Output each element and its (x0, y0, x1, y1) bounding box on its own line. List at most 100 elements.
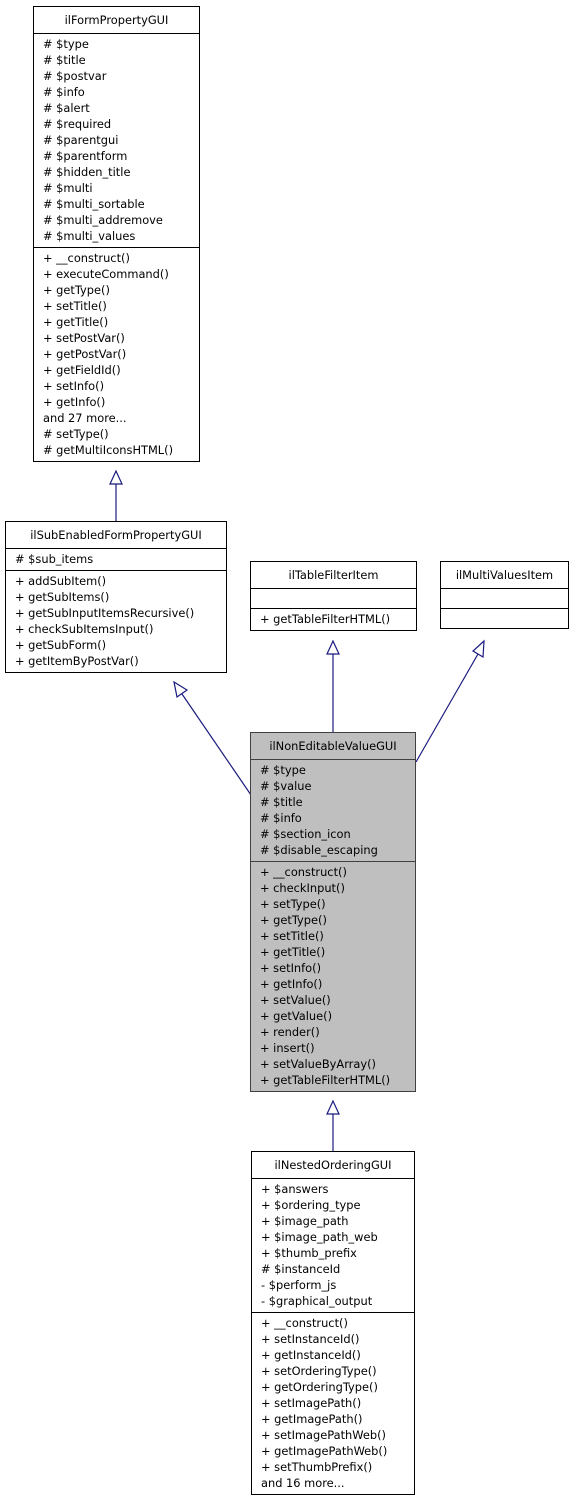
attributes-section (251, 588, 416, 608)
class-member: + insert() (260, 1041, 315, 1055)
class-member: # $disable_escaping (260, 843, 378, 857)
inheritance-arrowhead (109, 469, 123, 485)
class-member: + getImagePathWeb() (261, 1444, 388, 1458)
class-member: # $multi_sortable (43, 197, 145, 211)
class-member: # $parentform (43, 149, 128, 163)
class-ilTableFilterItem[interactable]: ilTableFilterItem + getTableFilterHTML() (250, 561, 417, 631)
class-member: + getInfo() (260, 977, 323, 991)
class-member: + render() (260, 1025, 320, 1039)
edge-noneditable-to-multivalues (415, 653, 479, 763)
class-member: # $parentgui (43, 133, 119, 147)
class-name: ilFormPropertyGUI (64, 13, 169, 27)
more-members-note: and 16 more... (261, 1476, 345, 1490)
class-member: + getTableFilterHTML() (260, 1073, 391, 1087)
class-ilSubEnabledFormPropertyGUI[interactable]: ilSubEnabledFormPropertyGUI # $sub_items… (5, 521, 227, 673)
class-member: # $alert (43, 101, 90, 115)
class-member: + getTitle() (43, 315, 109, 329)
class-member: + $thumb_prefix (261, 1246, 357, 1260)
class-member: + $image_path_web (261, 1230, 378, 1244)
class-member: # $value (260, 779, 312, 793)
class-name: ilSubEnabledFormPropertyGUI (30, 528, 202, 542)
inheritance-arrowhead (173, 680, 189, 699)
class-member: + getOrderingType() (261, 1380, 378, 1394)
class-name: ilNonEditableValueGUI (269, 739, 397, 753)
class-member: - $perform_js (261, 1278, 337, 1292)
methods-section: + getTableFilterHTML() (251, 608, 416, 630)
methods-section: + addSubItem() + getSubItems() + getSubInp… (6, 570, 226, 672)
class-member: # $title (43, 53, 86, 67)
class-member: # $type (260, 763, 306, 777)
class-member: + setInfo() (260, 961, 322, 975)
class-member: + setTitle() (260, 929, 324, 943)
more-members-note: and 27 more... (43, 411, 127, 425)
class-member: # $info (43, 85, 85, 99)
methods-section (441, 608, 568, 628)
class-member: + $answers (261, 1182, 329, 1196)
class-member: + $ordering_type (261, 1198, 361, 1212)
class-member: + setInfo() (43, 379, 105, 393)
class-ilNestedOrderingGUI[interactable]: ilNestedOrderingGUI + $answers + $orderin… (251, 1151, 415, 1495)
class-member: + setImagePath() (261, 1396, 362, 1410)
inheritance-arrowhead (326, 639, 340, 655)
class-member: + __construct() (43, 251, 130, 265)
class-member: # $hidden_title (43, 165, 131, 179)
class-member: + __construct() (261, 1316, 348, 1330)
class-member: # $multi_addremove (43, 213, 163, 227)
class-member: + setPostVar() (43, 331, 125, 345)
methods-section: + __construct() + checkInput() + setType()… (251, 861, 415, 1091)
class-member: # $sub_items (15, 552, 94, 566)
class-member: # $postvar (43, 69, 107, 83)
class-member: + setInstanceId() (261, 1332, 360, 1346)
class-member: + checkSubItemsInput() (15, 622, 154, 636)
class-member: + getItemByPostVar() (15, 654, 139, 668)
class-member: + $image_path (261, 1214, 349, 1228)
class-member: + setOrderingType() (261, 1364, 377, 1378)
class-member: + setType() (260, 897, 326, 911)
class-member: # $title (260, 795, 303, 809)
class-member: + setValueByArray() (260, 1057, 376, 1071)
class-member: + checkInput() (260, 881, 345, 895)
class-name: ilNestedOrderingGUI (274, 1158, 392, 1172)
class-member: + addSubItem() (15, 574, 107, 588)
class-member: # $type (43, 37, 89, 51)
attributes-section: + $answers + $ordering_type + $image_path +… (252, 1178, 414, 1312)
class-member: + getInfo() (43, 395, 106, 409)
class-member: # getMultiIconsHTML() (43, 443, 174, 457)
attributes-section: # $sub_items (6, 548, 226, 570)
class-member: # $multi_values (43, 229, 136, 243)
class-member: + getType() (260, 913, 327, 927)
class-member: # $info (260, 811, 302, 825)
class-member: + getTableFilterHTML() (260, 612, 391, 626)
class-member: + getType() (43, 283, 110, 297)
class-member: - $graphical_output (261, 1294, 373, 1308)
class-member: # $required (43, 117, 112, 131)
class-member: + getSubInputItemsRecursive() (15, 606, 195, 620)
class-member: # $multi (43, 181, 93, 195)
inheritance-arrowhead (471, 639, 485, 659)
class-member: + setThumbPrefix() (261, 1460, 373, 1474)
class-ilNonEditableValueGUI[interactable]: ilNonEditableValueGUI # $type # $value # $… (250, 732, 416, 1092)
class-member: # setType() (43, 427, 109, 441)
class-name: ilMultiValuesItem (455, 568, 554, 582)
attributes-section: # $type # $value # $title # $info # $section… (251, 759, 415, 861)
methods-section: + __construct() + executeCommand() + getTy… (34, 247, 199, 461)
class-member: + setTitle() (43, 299, 107, 313)
methods-section: + __construct() + setInstanceId() + getIns… (252, 1312, 414, 1494)
class-member: + getImagePath() (261, 1412, 363, 1426)
class-member: + executeCommand() (43, 267, 169, 281)
class-ilMultiValuesItem[interactable]: ilMultiValuesItem (440, 561, 569, 629)
class-member: # $section_icon (260, 827, 351, 841)
class-member: + getPostVar() (43, 347, 127, 361)
class-member: + getInstanceId() (261, 1348, 361, 1362)
class-member: + getFieldId() (43, 363, 121, 377)
class-member: # $instanceId (261, 1262, 341, 1276)
class-member: + getSubItems() (15, 590, 110, 604)
class-member: + setValue() (260, 993, 331, 1007)
attributes-section (441, 588, 568, 608)
class-ilFormPropertyGUI[interactable]: ilFormPropertyGUI # $type # $title # $post… (33, 6, 200, 462)
edge-noneditable-to-subenabled (181, 693, 252, 796)
class-member: + __construct() (260, 865, 347, 879)
class-member: + getValue() (260, 1009, 333, 1023)
class-member: + getSubForm() (15, 638, 107, 652)
attributes-section: # $type # $title # $postvar # $info # $alert… (34, 33, 199, 247)
